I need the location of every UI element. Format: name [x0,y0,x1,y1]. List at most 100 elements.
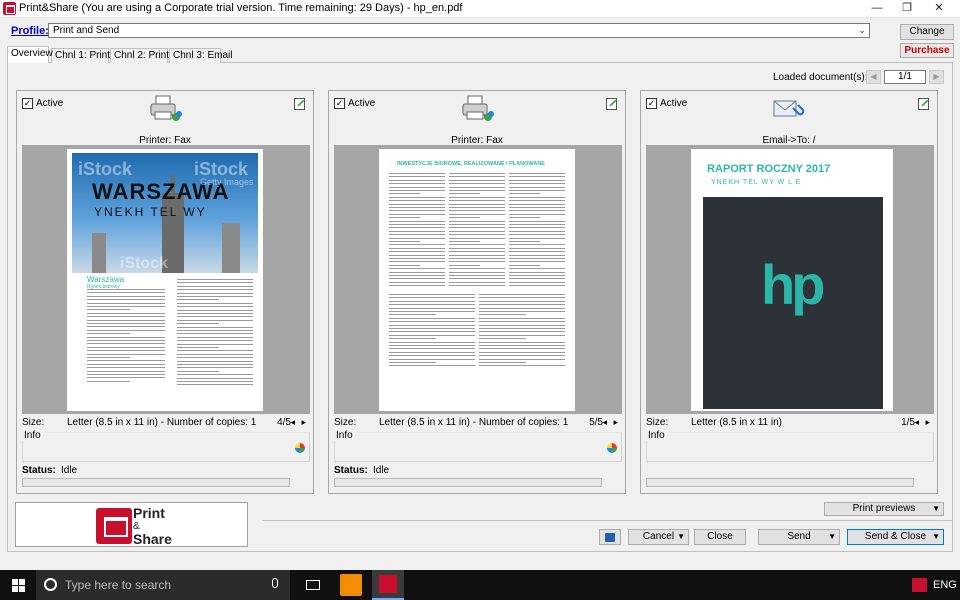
page-preview: WARSZAWA YNEKH TEL WY iStock iStock Gett… [22,145,310,414]
text-line [509,183,565,185]
text-line [389,247,445,249]
title-bar: Print&Share (You are using a Corporate t… [0,0,960,18]
text-line [177,323,219,325]
text-line [177,364,253,365]
page-nav-arrows[interactable]: ◂ ▸ [290,417,308,428]
print-previews-button[interactable]: Print previews ▼ [824,502,944,516]
microphone-icon[interactable] [272,578,278,588]
text-line [87,370,165,372]
maximize-button[interactable]: ❐ [892,0,922,18]
text-line [389,324,475,326]
active-checkbox[interactable]: ✓ [334,98,345,109]
text-line [509,220,565,222]
globe-icon[interactable] [607,443,617,453]
info-label: Info [22,430,43,441]
text-line [449,268,505,270]
text-line [509,179,565,181]
text-line [389,200,445,202]
status-label: Status: [22,465,56,476]
tab-channel-3[interactable]: Chnl 3: Email [169,48,232,63]
text-line [509,200,565,202]
text-line [177,279,253,280]
text-line [509,217,540,219]
text-line [389,230,445,232]
tray-print-share-icon[interactable] [912,578,927,592]
tab-channel-2[interactable]: Chnl 2: Printer [110,48,178,63]
text-line [177,319,253,321]
text-line [177,360,253,362]
profile-select[interactable]: Print and Send ⌄ [48,23,870,38]
text-line [509,234,565,236]
next-document-button[interactable]: ▶ [929,70,944,84]
prev-document-button[interactable]: ◀ [866,70,881,84]
text-line [177,336,253,338]
text-line [449,176,505,178]
page-nav-arrows[interactable]: ◂ ▸ [602,417,620,428]
taskbar-search-box[interactable]: Type here to search [36,570,290,600]
save-icon[interactable] [599,529,621,545]
change-button[interactable]: Change [900,24,954,40]
text-line [449,213,505,215]
logo-line-1: Print [133,505,165,521]
text-line [389,307,475,309]
taskbar-app-icon[interactable] [340,574,362,596]
text-line [479,355,565,357]
text-line [177,333,253,335]
task-view-icon[interactable] [306,580,320,590]
text-line [177,343,253,345]
text-line [177,326,253,328]
text-line [389,173,445,174]
text-line [389,244,445,246]
text-line [389,234,445,236]
globe-icon[interactable] [295,443,305,453]
cancel-button[interactable]: Cancel ▼ [628,529,689,545]
page-count: 5/5 [589,417,603,428]
text-line [87,309,130,311]
profile-link[interactable]: Profile: [11,25,49,37]
text-line [479,334,565,336]
active-checkbox[interactable]: ✓ [646,98,657,109]
page-nav-arrows[interactable]: ◂ ▸ [914,417,932,428]
tab-channel-1[interactable]: Chnl 1: Printer [51,48,119,63]
edit-icon[interactable] [918,98,929,110]
windows-start-icon[interactable] [12,579,25,592]
text-line [177,370,219,372]
text-line [479,324,565,326]
text-line [389,317,475,319]
text-line [479,314,527,316]
report-subtitle: YNEKH TEL WY W L E [711,179,802,186]
logo-line-3: Share [133,531,172,547]
watermark: iStock [78,159,133,179]
text-line [389,224,445,225]
text-line [509,285,565,287]
text-line [479,351,565,353]
article-caption: Warszawa [87,275,125,284]
text-line [87,363,165,365]
send-button[interactable]: Send ▼ [758,529,840,545]
text-line [177,350,253,352]
close-button[interactable]: Close [694,529,746,545]
close-window-button[interactable]: ✕ [924,0,954,18]
text-line [389,210,445,212]
text-line [479,328,565,329]
text-line [509,210,565,212]
taskbar-print-share-icon[interactable] [372,570,404,600]
text-line [87,380,130,382]
send-and-close-button[interactable]: Send & Close ▼ [847,529,944,545]
edit-icon[interactable] [606,98,617,110]
text-line [449,278,505,280]
text-line [87,302,165,304]
tab-overview[interactable]: Overview [7,46,53,63]
active-checkbox[interactable]: ✓ [22,98,33,109]
text-line [479,362,527,363]
edit-icon[interactable] [294,98,305,110]
info-label: Info [334,430,355,441]
text-line [177,330,253,331]
language-indicator[interactable]: ENG [933,579,957,591]
text-line [389,294,475,295]
text-line [87,353,165,355]
minimize-button[interactable]: — [862,0,892,18]
logo-text: Print & Share [133,505,172,547]
purchase-button[interactable]: Purchase [900,43,954,58]
text-line [479,311,565,312]
